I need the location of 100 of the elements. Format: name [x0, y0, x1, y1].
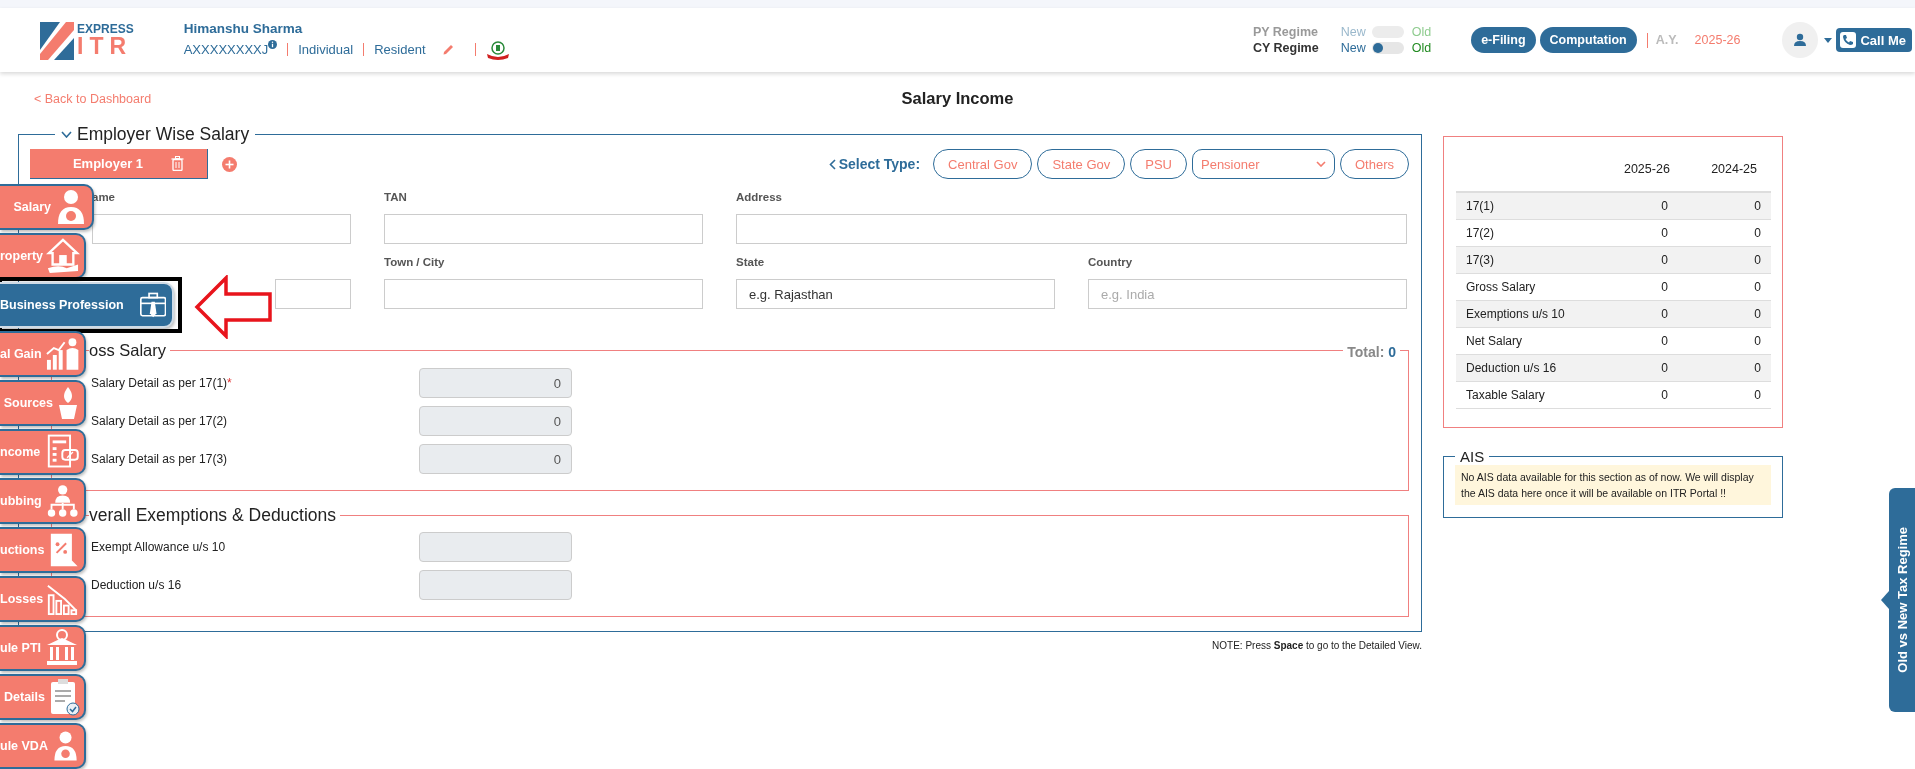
plant-icon: [56, 385, 80, 421]
input-field[interactable]: [736, 214, 1407, 244]
residency-status: Resident: [374, 42, 426, 57]
sidebar-item[interactable]: ule VDA: [0, 723, 86, 769]
field-label: Town / City: [384, 256, 445, 268]
chevron-down-icon: [1316, 161, 1326, 167]
field-label: State: [736, 256, 765, 268]
sidebar-item[interactable]: ule PTI: [0, 625, 86, 671]
assessment-year: 2025-26: [1694, 33, 1741, 47]
sidebar-item[interactable]: Salary: [0, 184, 94, 230]
clipboard-icon: [48, 678, 80, 716]
chevron-icon[interactable]: [61, 131, 72, 138]
type-dropdown[interactable]: Pensioner: [1192, 149, 1335, 179]
caret-icon[interactable]: [1824, 37, 1833, 43]
table-cell: 0: [1594, 192, 1678, 220]
chevron-left-icon: [828, 158, 836, 170]
table-cell: 0: [1594, 300, 1678, 328]
user-name: Himanshu Sharma: [183, 20, 304, 36]
note-text: NOTE: Press Space to go to the Detailed View.: [1212, 640, 1422, 651]
info-message: No AIS data available for this section as of now. We will display the AIS data here once it will be available on ITR Portal !!: [1455, 465, 1771, 505]
add-icon[interactable]: [222, 156, 237, 172]
sidebar-item[interactable]: Business Profession: [0, 282, 174, 328]
type-button[interactable]: Central Gov: [933, 149, 1033, 179]
logo-icon: [40, 20, 74, 60]
table-cell: Deduction u/s 16: [1456, 354, 1594, 382]
table-cell: 0: [1677, 273, 1771, 301]
phone-icon: [1840, 32, 1857, 48]
avatar-button[interactable]: [1782, 22, 1819, 58]
tab-label: Employer 1: [72, 156, 144, 171]
field-label: TAN: [384, 191, 407, 203]
toggle-switch[interactable]: [1371, 42, 1404, 54]
bank-icon: [44, 629, 80, 667]
sidebar-item[interactable]: roperty: [0, 233, 86, 279]
call-button[interactable]: Call Me: [1836, 28, 1912, 52]
table-cell: 0: [1677, 192, 1771, 220]
sidebar-item[interactable]: al Gain: [0, 331, 86, 377]
nav-button[interactable]: Computation: [1539, 27, 1637, 53]
regime-label: CY Regime: [1252, 41, 1319, 55]
year-label: A.Y.: [1655, 33, 1679, 47]
employer-tab[interactable]: Employer 1: [30, 149, 208, 179]
type-button[interactable]: PSU: [1130, 149, 1187, 179]
taxpayer-status: Individual: [298, 42, 354, 57]
regime-option: New: [1340, 25, 1366, 39]
type-button[interactable]: State Gov: [1037, 149, 1126, 179]
table-cell: Gross Salary: [1456, 273, 1594, 301]
field-label: Exempt Allowance u/s 10: [91, 540, 227, 554]
field-label: Country: [1088, 256, 1133, 268]
table-cell: 0: [1594, 327, 1678, 355]
table-cell: 17(2): [1456, 219, 1594, 247]
type-button[interactable]: Others: [1340, 149, 1409, 179]
sidebar-item[interactable]: Details: [0, 674, 86, 720]
sidebar-item[interactable]: ubbing: [0, 478, 86, 524]
input-field[interactable]: [384, 279, 703, 309]
section-title: oss Salary: [89, 341, 168, 360]
table-cell: 0: [1594, 273, 1678, 301]
input-field[interactable]: [92, 214, 351, 244]
field-label: Salary Detail as per 17(3): [91, 452, 229, 466]
pan-number: AXXXXXXXXJ: [183, 42, 269, 57]
select-type-label: Select Type:: [828, 156, 921, 172]
input-field[interactable]: [384, 214, 703, 244]
input-field[interactable]: [275, 279, 351, 309]
column-header: 2025-26: [1594, 147, 1678, 192]
table-cell: 0: [1677, 246, 1771, 274]
field-label: Deduction u/s 16: [91, 578, 183, 592]
section-title: AIS: [1459, 448, 1486, 465]
table-cell: 0: [1677, 327, 1771, 355]
field-label: Salary Detail as per 17(1)*: [91, 376, 233, 390]
house-icon: [46, 237, 80, 275]
table-cell: 0: [1594, 219, 1678, 247]
logo-text: EXPRESS: [77, 22, 134, 35]
trash-icon[interactable]: [171, 156, 185, 171]
input-field[interactable]: e.g. India: [1088, 279, 1407, 309]
sidebar-item[interactable]: ncome: [0, 429, 86, 475]
table-cell: 0: [1594, 246, 1678, 274]
user-icon: [1793, 33, 1808, 47]
column-header: 2024-25: [1677, 147, 1771, 192]
table-cell: Exemptions u/s 10: [1456, 300, 1594, 328]
table-cell: 0: [1677, 300, 1771, 328]
chart-icon: [44, 336, 80, 372]
regime-option: Old: [1411, 41, 1432, 55]
regime-label: PY Regime: [1252, 25, 1319, 39]
sidebar-item[interactable]: Losses: [0, 576, 86, 622]
pencil-icon[interactable]: [441, 43, 455, 56]
page-title: Salary Income: [901, 88, 1014, 108]
table-cell: 17(1): [1456, 192, 1594, 220]
table-cell: 0: [1677, 354, 1771, 382]
back-link[interactable]: < Back to Dashboard: [34, 92, 152, 106]
info-icon[interactable]: [268, 40, 278, 49]
total-amount: Total: 0: [1343, 344, 1400, 360]
sidebar-item[interactable]: uctions: [0, 527, 86, 573]
table-cell: 0: [1677, 219, 1771, 247]
table-cell: 17(3): [1456, 246, 1594, 274]
regime-option: New: [1340, 41, 1366, 55]
input-field[interactable]: e.g. Rajasthan: [736, 279, 1055, 309]
sidebar-item[interactable]: Sources: [0, 380, 86, 426]
arrow-icon: [194, 275, 274, 339]
section-title: verall Exemptions & Deductions: [89, 505, 338, 526]
section-title: Employer Wise Salary: [77, 124, 250, 145]
table-cell: 0: [1594, 381, 1678, 409]
nav-button[interactable]: e-Filing: [1471, 27, 1536, 53]
